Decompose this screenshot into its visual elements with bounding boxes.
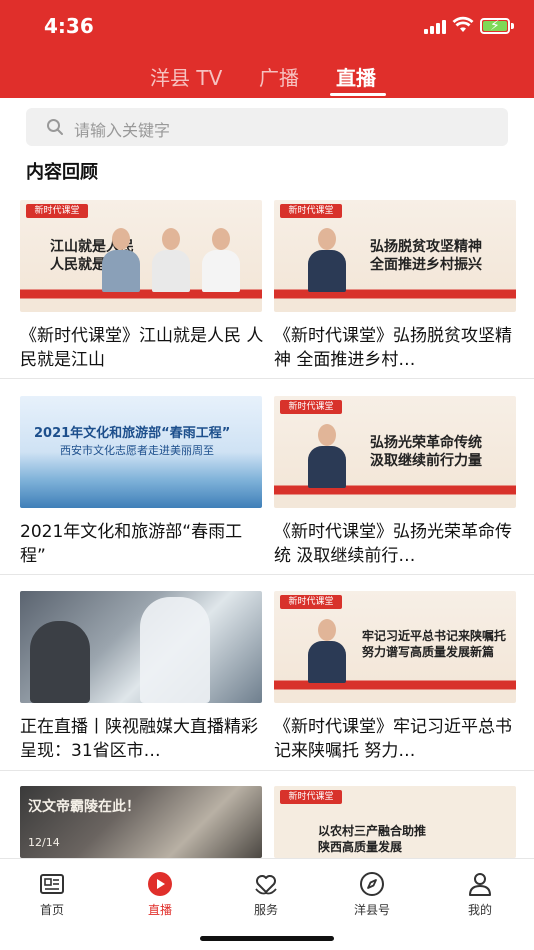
thumb-text: 陕西高质量发展 xyxy=(318,840,403,854)
card-title: 《新时代课堂》牢记习近平总书记来陕嘱托 努力… xyxy=(274,717,512,761)
home-indicator[interactable] xyxy=(200,936,334,941)
nav-label: 首页 xyxy=(39,903,64,917)
nav-yangxianhao[interactable]: 洋县号 xyxy=(342,871,402,921)
thumb-text: 全面推进乡村振兴 xyxy=(370,257,482,273)
thumb-text: 努力谱写高质量发展新篇 xyxy=(362,645,495,659)
nav-label: 服务 xyxy=(253,903,278,917)
thumb-text: 汲取继续前行力量 xyxy=(370,453,482,469)
battery-tip xyxy=(511,23,514,29)
person-photo xyxy=(30,621,90,703)
card-title: 《新时代课堂》江山就是人民 人民就是江山 xyxy=(20,326,264,370)
status-time: 4:36 xyxy=(44,14,94,38)
user-icon xyxy=(469,873,491,896)
card-thumbnail: 新时代课堂 以农村三产融合助推 陕西高质量发展 xyxy=(274,786,516,858)
tab-yangxian-tv[interactable]: 洋县 TV xyxy=(150,62,222,91)
thumb-text: 弘扬光荣革命传统 xyxy=(370,435,482,451)
row-divider xyxy=(0,770,534,771)
nav-service[interactable]: 服务 xyxy=(236,871,296,921)
nav-label: 直播 xyxy=(147,903,172,917)
search-icon xyxy=(47,119,63,135)
thumb-text: 西安市文化志愿者走进美丽周至 xyxy=(60,444,214,457)
compass-icon xyxy=(360,872,384,896)
card-thumbnail: 新时代课堂 弘扬光荣革命传统 汲取继续前行力量 xyxy=(274,396,516,508)
active-tab-indicator xyxy=(330,93,386,96)
row-divider xyxy=(0,574,534,575)
card-thumbnail xyxy=(20,591,262,703)
live-play-icon xyxy=(148,872,172,896)
nav-mine[interactable]: 我的 xyxy=(450,871,510,921)
thumb-text: 弘扬脱贫攻坚精神 xyxy=(370,239,482,255)
speaker-photo xyxy=(304,424,350,488)
card-title: 2021年文化和旅游部“春雨工程” xyxy=(20,522,243,566)
speaker-photo xyxy=(148,228,194,292)
speaker-photo xyxy=(98,228,144,292)
tab-live[interactable]: 直播 xyxy=(336,62,376,91)
thumb-text: 2021年文化和旅游部“春雨工程” xyxy=(34,426,231,441)
search-input[interactable]: 请输入关键字 xyxy=(26,108,508,146)
wifi-icon xyxy=(452,16,474,32)
search-placeholder: 请输入关键字 xyxy=(74,121,171,140)
thumb-text: 以农村三产融合助推 xyxy=(318,824,427,838)
status-bar: 4:36 ⚡ xyxy=(0,0,534,52)
speaker-photo xyxy=(304,228,350,292)
program-badge: 新时代课堂 xyxy=(280,400,342,414)
card-title: 正在直播丨陕视融媒大直播精彩呈现：31省区市… xyxy=(20,717,258,761)
service-heart-icon xyxy=(255,875,277,895)
card-thumbnail: 汉文帝霸陵在此！ 12/14 xyxy=(20,786,262,858)
program-badge: 新时代课堂 xyxy=(26,204,88,218)
program-badge: 新时代课堂 xyxy=(280,204,342,218)
speaker-photo xyxy=(198,228,244,292)
program-badge: 新时代课堂 xyxy=(280,595,342,609)
nav-home[interactable]: 首页 xyxy=(22,871,82,921)
thumb-text: 12/14 xyxy=(28,836,60,849)
tab-radio[interactable]: 广播 xyxy=(259,62,299,91)
row-divider xyxy=(0,378,534,379)
program-badge: 新时代课堂 xyxy=(280,790,342,804)
channel-tabs: 洋县 TV 广播 直播 xyxy=(0,56,534,96)
cellular-signal-icon xyxy=(424,20,446,34)
speaker-photo xyxy=(304,619,350,683)
card-title: 《新时代课堂》弘扬脱贫攻坚精神 全面推进乡村… xyxy=(274,326,512,370)
thumb-text: 牢记习近平总书记来陕嘱托 xyxy=(362,629,507,643)
nav-label: 我的 xyxy=(467,903,492,917)
thumb-text: 汉文帝霸陵在此！ xyxy=(28,799,140,815)
app-header: 4:36 ⚡ 洋县 TV 广播 直播 xyxy=(0,0,534,98)
nav-label: 洋县号 xyxy=(353,903,390,917)
news-icon xyxy=(40,874,64,894)
section-title: 内容回顾 xyxy=(26,162,98,183)
battery-icon: ⚡ xyxy=(480,18,510,34)
card-thumbnail: 2021年文化和旅游部“春雨工程” 西安市文化志愿者走进美丽周至 xyxy=(20,396,262,508)
card-thumbnail: 新时代课堂 牢记习近平总书记来陕嘱托 努力谱写高质量发展新篇 xyxy=(274,591,516,703)
card-thumbnail: 新时代课堂 江山就是人民 人民就是江山 xyxy=(20,200,262,312)
card-title: 《新时代课堂》弘扬光荣革命传统 汲取继续前行… xyxy=(274,522,512,566)
card-thumbnail: 新时代课堂 弘扬脱贫攻坚精神 全面推进乡村振兴 xyxy=(274,200,516,312)
medical-worker-photo xyxy=(140,597,210,703)
nav-live[interactable]: 直播 xyxy=(130,871,190,921)
